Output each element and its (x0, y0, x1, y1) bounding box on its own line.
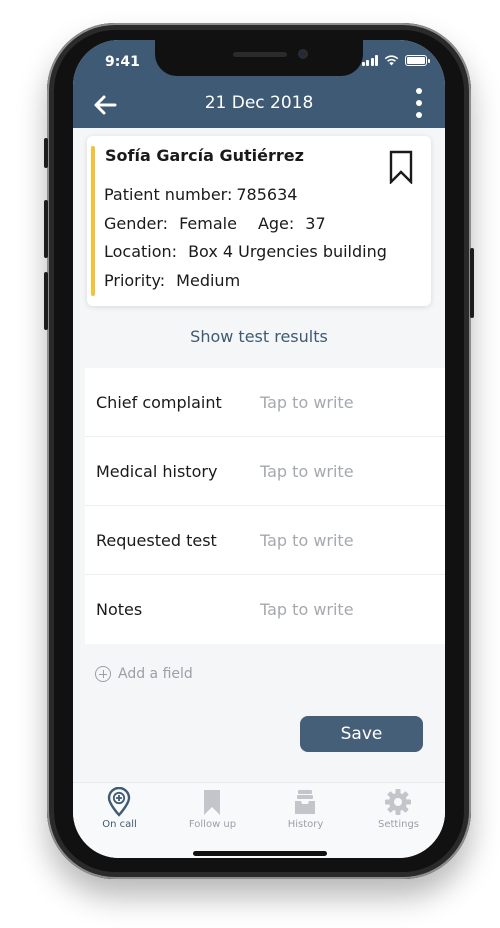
field-label: Medical history (96, 462, 218, 481)
patient-number-label: Patient number: (104, 185, 233, 204)
field-input[interactable]: Tap to write (260, 462, 354, 481)
field-chief-complaint[interactable]: Chief complaint Tap to write (85, 368, 445, 437)
bottom-tab-bar: On call Follow up History Settings (73, 782, 445, 858)
field-input[interactable]: Tap to write (260, 393, 354, 412)
add-field-label: Add a field (118, 666, 193, 682)
location-label: Location: (104, 242, 178, 261)
front-camera (298, 49, 308, 59)
patient-name: Sofía García Gutiérrez (105, 146, 304, 165)
add-field-button[interactable]: Add a field (95, 666, 193, 682)
plus-circle-icon (95, 666, 111, 682)
gender-value: Female (179, 214, 237, 233)
location-row: Location: Box 4 Urgencies building (104, 242, 387, 261)
save-button[interactable]: Save (300, 716, 423, 752)
tab-label: Follow up (188, 819, 237, 830)
more-options-icon[interactable] (415, 88, 423, 118)
mute-switch (44, 138, 48, 168)
tab-history[interactable]: History (259, 783, 352, 858)
patient-number-row: Patient number: 785634 (104, 185, 297, 204)
show-test-results-link[interactable]: Show test results (73, 327, 445, 346)
priority-label: Priority: (104, 271, 166, 290)
status-time: 9:41 (105, 54, 140, 70)
field-label: Requested test (96, 531, 217, 550)
field-requested-test[interactable]: Requested test Tap to write (85, 506, 445, 575)
age-label: Age: (257, 214, 295, 233)
field-label: Chief complaint (96, 393, 222, 412)
tab-label: History (287, 819, 324, 830)
volume-down-button (44, 272, 48, 330)
notch (155, 40, 363, 76)
field-label: Notes (96, 600, 143, 619)
home-indicator[interactable] (193, 851, 327, 856)
patient-number-value: 785634 (236, 185, 298, 204)
field-input[interactable]: Tap to write (260, 531, 354, 550)
volume-up-button (44, 200, 48, 258)
speaker-grille (233, 52, 287, 57)
priority-value: Medium (176, 271, 241, 290)
bookmark-icon[interactable] (389, 150, 413, 184)
screen: 9:41 21 Dec 2018 Sofía García Gutiérrez (73, 40, 445, 858)
location-pin-plus-icon (107, 787, 131, 817)
battery-icon (405, 54, 430, 66)
power-button (470, 248, 474, 318)
app-header: 9:41 21 Dec 2018 (73, 40, 445, 128)
status-icons (361, 54, 430, 66)
record-fields-list: Chief complaint Tap to write Medical his… (85, 368, 445, 644)
archive-tray-icon (295, 790, 315, 814)
priority-indicator-bar (91, 146, 95, 296)
age-value: 37 (305, 214, 326, 233)
patient-card[interactable]: Sofía García Gutiérrez Patient number: 78… (87, 136, 431, 306)
wifi-icon (384, 55, 399, 66)
gear-icon (385, 789, 411, 815)
priority-row: Priority: Medium (104, 271, 240, 290)
page-title: 21 Dec 2018 (204, 93, 314, 113)
location-value: Box 4 Urgencies building (188, 242, 387, 261)
field-input[interactable]: Tap to write (260, 600, 354, 619)
tab-settings[interactable]: Settings (352, 783, 445, 858)
field-medical-history[interactable]: Medical history Tap to write (85, 437, 445, 506)
tab-on-call[interactable]: On call (73, 783, 166, 858)
gender-label: Gender: (104, 214, 169, 233)
gender-age-row: Gender: Female Age: 37 (104, 214, 326, 233)
tab-label: On call (102, 819, 137, 830)
tab-label: Settings (377, 819, 419, 830)
field-notes[interactable]: Notes Tap to write (85, 575, 445, 644)
cellular-signal-icon (361, 54, 378, 66)
tab-follow-up[interactable]: Follow up (166, 783, 259, 858)
bookmark-icon (204, 790, 220, 815)
